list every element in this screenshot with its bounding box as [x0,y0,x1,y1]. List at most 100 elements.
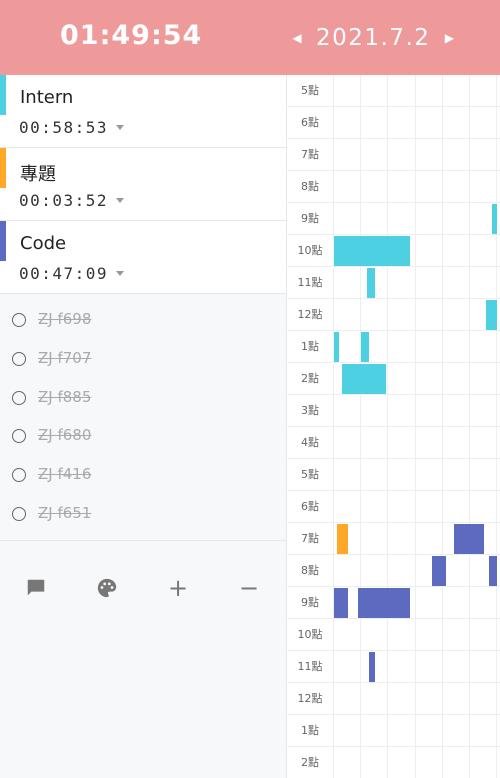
timeline-row[interactable]: 5點 [287,459,500,491]
caret-right-icon[interactable]: ▶ [442,31,456,45]
time-block[interactable] [453,524,484,554]
todo-checkbox[interactable] [12,429,26,444]
todo-checkbox[interactable] [12,506,26,521]
timeline-row[interactable]: 11點 [287,651,500,683]
hour-label: 10點 [297,628,323,641]
timeline-row[interactable]: 1點 [287,715,500,747]
palette-icon[interactable] [92,573,122,603]
hour-label: 8點 [301,564,319,577]
hour-label: 10點 [297,244,323,257]
timeline-row[interactable]: 7點 [287,139,500,171]
time-block[interactable] [486,300,498,330]
time-block[interactable] [334,236,411,266]
todo-checkbox[interactable] [12,468,26,483]
caret-left-icon[interactable]: ◀ [290,31,304,45]
divider [0,540,286,541]
todo-checkbox[interactable] [12,313,26,327]
timeline-grid: 5點 6點 7點 8點 9點 10點 11點 12點 1點 2點 3點 4點 5點 6點 7點 8點 9點 10點… [286,75,500,778]
minus-icon[interactable]: − [234,573,264,603]
timeline-row[interactable]: 2點 [287,363,500,395]
current-date: 2021.7.2 [316,25,431,51]
hour-label: 11點 [297,660,323,673]
hour-label: 5點 [301,468,319,481]
timeline-row[interactable]: 12點 [287,299,500,331]
time-block[interactable] [491,204,498,234]
todo-item[interactable]: ZJ f698 [0,301,286,340]
todo-list: ZJ f698 ZJ f707 ZJ f885 ZJ f680 ZJ f416 … [0,301,286,534]
todo-label: ZJ f680 [38,426,92,445]
chevron-down-icon[interactable] [116,125,124,130]
task-item[interactable]: Intern 00:58:53 [0,75,286,148]
todo-checkbox[interactable] [12,351,26,366]
task-color-bar [0,221,6,261]
time-block[interactable] [366,268,375,298]
date-navigator: ◀ 2021.7.2 ▶ [290,22,456,54]
hour-label: 11點 [297,276,323,289]
chevron-down-icon[interactable] [116,198,124,203]
timeline-row[interactable]: 9點 [287,203,500,235]
todo-label: ZJ f698 [38,310,92,328]
timeline-row[interactable]: 6點 [287,107,500,139]
task-color-bar [0,75,6,115]
hour-label: 3點 [301,404,319,417]
hour-label: 8點 [301,180,319,193]
task-name: Intern [20,87,74,108]
todo-checkbox[interactable] [12,390,26,405]
timeline-row[interactable]: 12點 [287,683,500,715]
hour-label: 7點 [301,148,319,161]
time-block[interactable] [334,588,348,618]
time-block[interactable] [431,556,446,586]
timeline-row[interactable]: 11點 [287,267,500,299]
timeline-row[interactable]: 8點 [287,555,500,587]
chevron-down-icon[interactable] [116,271,124,276]
todo-item[interactable]: ZJ f707 [0,340,286,379]
timeline-row[interactable]: 8點 [287,171,500,203]
timeline-row[interactable]: 4點 [287,427,500,459]
running-timer: 01:49:54 [60,20,203,51]
comment-icon[interactable] [21,573,51,603]
task-item[interactable]: Code 00:47:09 [0,221,286,294]
timeline-row[interactable]: 6點 [287,491,500,523]
time-block[interactable] [358,588,411,618]
hour-label: 1點 [301,724,319,737]
time-block[interactable] [342,364,386,394]
task-color-bar [0,148,6,188]
todo-item[interactable]: ZJ f416 [0,456,286,495]
time-block[interactable] [334,332,340,362]
time-block[interactable] [361,332,370,362]
bottom-toolbar: + − [0,573,286,603]
task-time: 00:58:53 [19,118,109,137]
todo-item[interactable]: ZJ f651 [0,495,286,534]
timeline-row[interactable]: 3點 [287,395,500,427]
time-block[interactable] [489,556,498,586]
task-time: 00:47:09 [19,264,109,283]
task-name: Code [20,233,67,254]
time-block[interactable] [336,524,348,554]
hour-label: 12點 [297,308,323,321]
todo-item[interactable]: ZJ f680 [0,417,286,456]
timeline-row[interactable]: 5點 [287,75,500,107]
task-item[interactable]: 專題 00:03:52 [0,148,286,221]
left-panel: Intern 00:58:53 專題 00:03:52 Code 00:47:0… [0,75,286,778]
timeline-row[interactable]: 2點 [287,747,500,778]
timeline-row[interactable]: 10點 [287,619,500,651]
hour-label: 7點 [301,532,319,545]
todo-item[interactable]: ZJ f885 [0,379,286,418]
hour-label: 6點 [301,116,319,129]
time-block[interactable] [369,652,375,682]
timeline-row[interactable]: 1點 [287,331,500,363]
app-header: 01:49:54 ◀ 2021.7.2 ▶ [0,0,500,75]
todo-label: ZJ f416 [38,465,92,484]
hour-label: 2點 [301,756,319,769]
todo-label: ZJ f707 [38,348,92,367]
hour-label: 9點 [301,596,319,609]
todo-label: ZJ f651 [38,503,92,522]
hour-label: 1點 [301,340,319,353]
hour-label: 9點 [301,212,319,225]
plus-icon[interactable]: + [163,573,193,603]
hour-label: 5點 [301,84,319,97]
hour-label: 12點 [297,692,323,705]
task-name: 專題 [20,164,56,185]
todo-label: ZJ f885 [38,387,92,406]
hour-label: 2點 [301,372,319,385]
